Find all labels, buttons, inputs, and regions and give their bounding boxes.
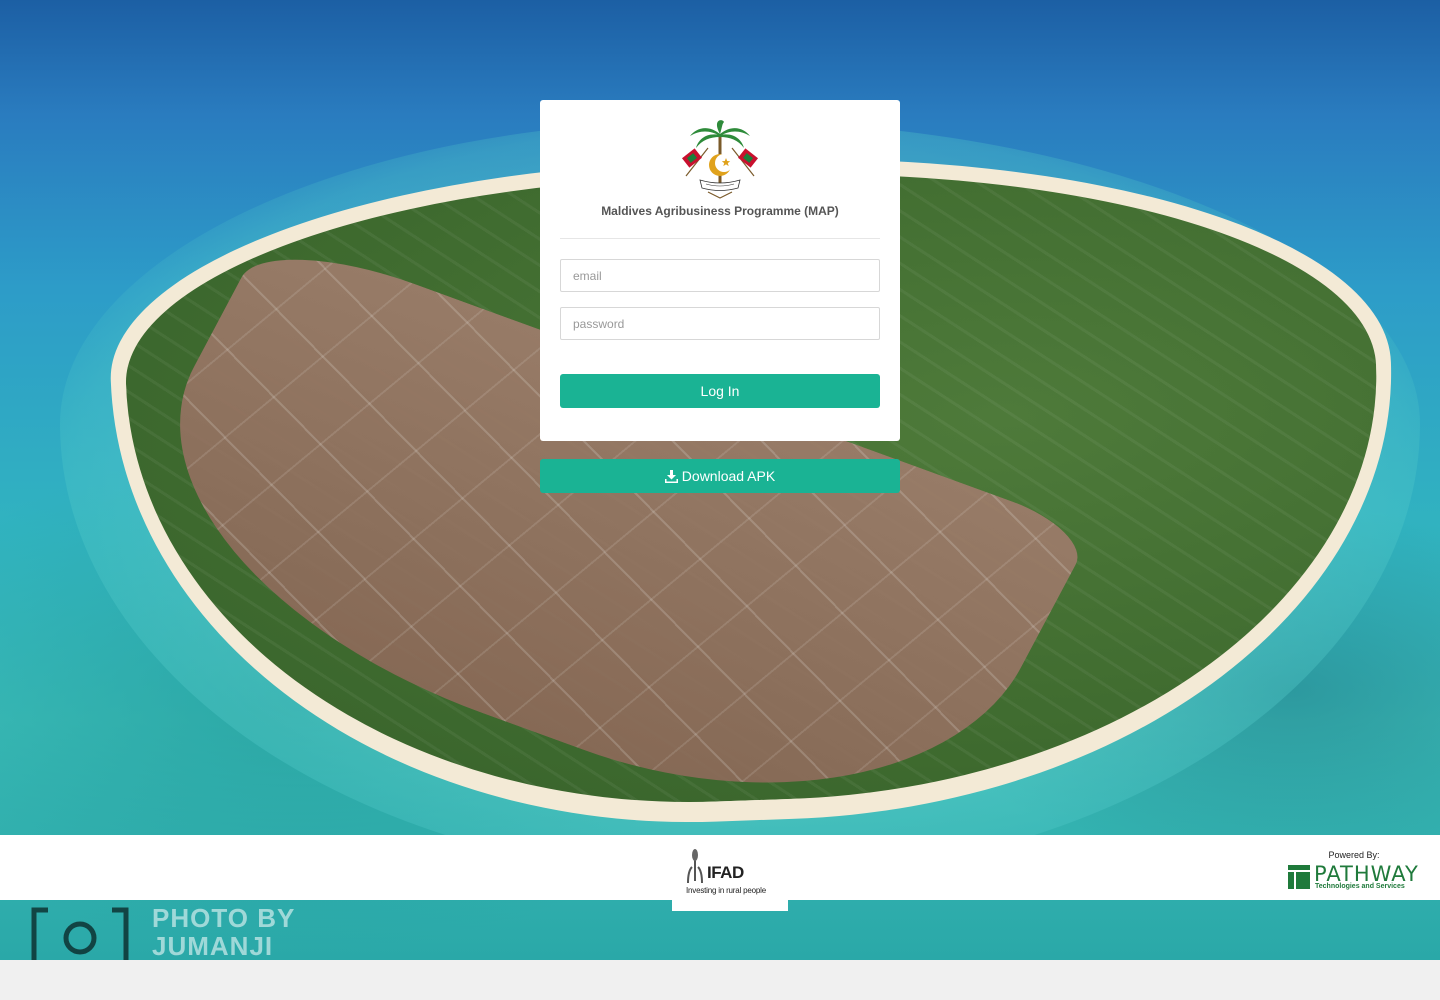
ifad-tagline: Investing in rural people [686,886,766,895]
ifad-wheat-icon [687,849,703,883]
pathway-logo: PATHWAY Technologies and Services [1288,862,1422,893]
page-bottom-area [0,960,1440,1000]
download-icon [664,469,678,483]
photo-credit-watermark: PHOTO BY JUMANJI [30,900,330,960]
download-apk-label: Download APK [681,468,776,484]
powered-by-label: Powered By: [1328,850,1380,860]
camera-frame-icon [31,907,129,960]
login-card: Maldives Agribusiness Programme (MAP) Lo… [540,100,900,441]
maldives-emblem-icon [682,120,758,199]
password-field[interactable] [560,307,880,340]
ifad-name: IFAD [707,863,744,882]
pathway-tagline: Technologies and Services [1315,883,1405,890]
card-divider [560,238,880,239]
ifad-logo: IFAD Investing in rural people [672,835,788,911]
download-apk-button[interactable]: Download APK [540,459,900,493]
watermark-line2: JUMANJI [152,931,274,961]
pathway-mark-icon [1288,865,1310,889]
email-field[interactable] [560,259,880,292]
watermark-line1: PHOTO BY [152,903,296,933]
login-button[interactable]: Log In [560,374,880,408]
program-title: Maldives Agribusiness Programme (MAP) [601,204,839,218]
